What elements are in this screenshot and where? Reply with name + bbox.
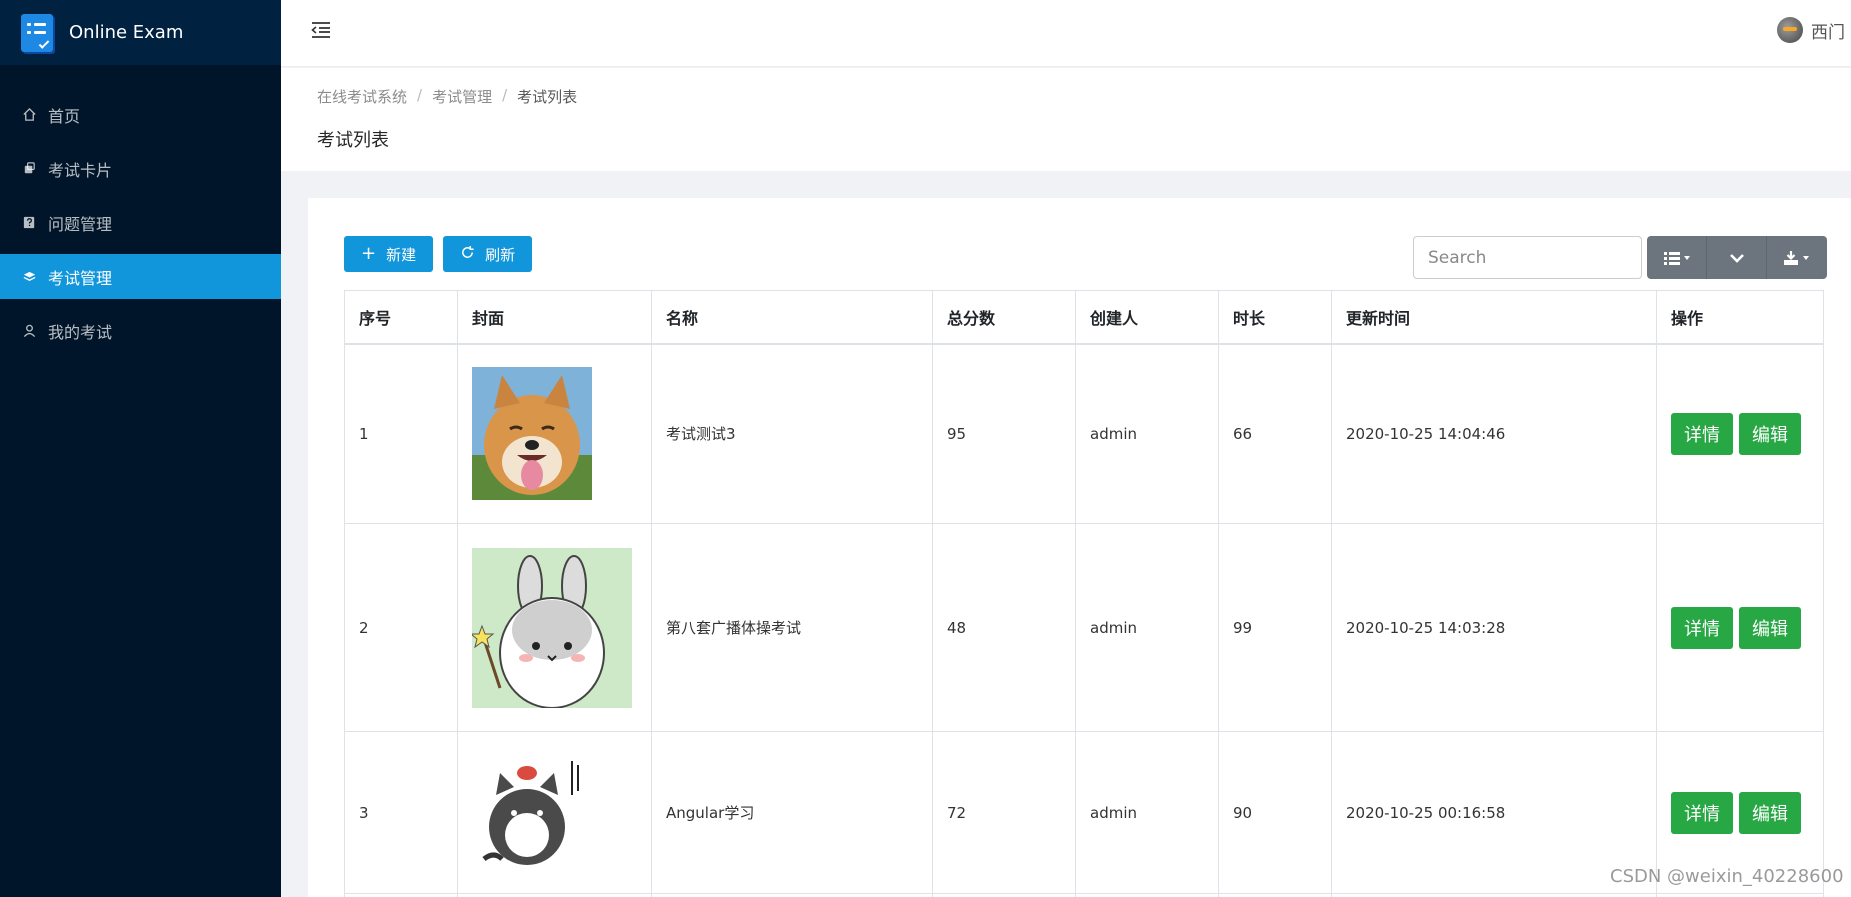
sidebar-menu: 首页 考试卡片 问题管理 考试管理 我的考试 [0,92,281,353]
cell-cover [457,523,652,732]
breadcrumb-separator: / [417,86,423,104]
column-header-cover[interactable]: 封面 [457,290,652,345]
page-header: 在线考试系统 / 考试管理 / 考试列表 考试列表 [281,68,1851,171]
export-dropdown-button[interactable] [1767,236,1827,279]
sidebar: Online Exam 首页 考试卡片 问题管理 考试管理 我的考试 [0,0,281,897]
sidebar-item-label: 考试管理 [48,268,113,288]
cell-updated: 2020-10-25 14:03:28 [1331,523,1657,732]
cell-score: 72 [932,731,1076,894]
breadcrumb: 在线考试系统 / 考试管理 / 考试列表 [317,86,577,107]
breadcrumb-separator: / [502,86,508,104]
cell-cover [457,731,652,894]
cell-creator: admin [1075,523,1219,732]
user-icon [20,322,38,340]
refresh-icon [460,245,475,264]
download-icon [1784,250,1809,265]
column-header-index[interactable]: 序号 [344,290,458,345]
cell-duration: 66 [1218,343,1332,524]
sidebar-item-my-exams[interactable]: 我的考试 [0,308,281,353]
table-row: 3 Angular学习 72 admin 90 2020-10-25 00:16… [344,731,1824,894]
username: 西门 [1811,22,1845,43]
table-header-row: 序号 封面 名称 总分数 创建人 时长 更新时间 操作 [344,290,1824,345]
table-row [344,893,1824,897]
cell-score: 48 [932,523,1076,732]
edit-button[interactable]: 编辑 [1739,791,1801,834]
new-button[interactable]: + 新建 [344,236,434,272]
plus-icon: + [361,243,377,264]
cell-index: 3 [344,731,458,894]
sidebar-item-label: 我的考试 [48,322,113,342]
cell-cover [457,343,652,524]
sidebar-item-label: 考试卡片 [48,160,113,180]
avatar [1777,17,1803,43]
search-input[interactable] [1413,236,1642,279]
user-menu[interactable]: 西门 [1777,17,1845,43]
top-header: 西门 [281,0,1851,67]
home-icon [20,106,38,124]
cell-name: 考试测试3 [651,343,933,524]
table-row: 2 第八套广播体操考试 48 admin 99 2020-10-25 14:03… [344,523,1824,732]
cover-image-cartoon-rabbit [472,547,632,708]
column-header-actions: 操作 [1656,290,1824,345]
exam-table: 序号 封面 名称 总分数 创建人 时长 更新时间 操作 1 考试测试3 95 a… [344,290,1824,897]
app-title: Online Exam [69,22,184,43]
cell-creator: admin [1075,343,1219,524]
list-icon [1663,251,1690,265]
edit-button[interactable]: 编辑 [1739,606,1801,649]
table-tools-group [1647,236,1827,279]
cover-image-cartoon-cat [472,755,587,870]
cell-actions: 详情 编辑 [1656,523,1824,732]
cell-duration: 99 [1218,523,1332,732]
chevron-down-icon [1729,253,1744,263]
column-header-creator[interactable]: 创建人 [1075,290,1219,345]
table-row: 1 考试测试3 95 admin 66 2020-10-25 14:04:46 … [344,343,1824,524]
menu-fold-icon[interactable] [309,18,333,42]
sidebar-item-home[interactable]: 首页 [0,92,281,137]
layers-icon [20,268,38,286]
cell-name: 第八套广播体操考试 [651,523,933,732]
question-icon [20,214,38,232]
cards-icon [20,160,38,178]
exam-list-logo-icon [21,13,53,52]
exam-list-card: + 新建 刷新 序号 封面 名称 总分数 创建人 [308,198,1851,897]
toolbar: + 新建 刷新 [344,236,542,272]
sidebar-item-exam-management[interactable]: 考试管理 [0,254,281,299]
column-header-updated[interactable]: 更新时间 [1331,290,1657,345]
cell-index: 2 [344,523,458,732]
logo[interactable]: Online Exam [0,0,281,65]
watermark: CSDN @weixin_40228600 [1610,866,1844,887]
cell-index: 1 [344,343,458,524]
breadcrumb-item-current: 考试列表 [517,88,578,106]
detail-button[interactable]: 详情 [1671,412,1733,455]
refresh-button-label: 刷新 [485,245,516,264]
detail-button[interactable]: 详情 [1671,791,1733,834]
breadcrumb-item-exam-management[interactable]: 考试管理 [432,86,492,107]
cell-actions: 详情 编辑 [1656,343,1824,524]
cell-score: 95 [932,343,1076,524]
sidebar-item-label: 首页 [48,106,81,126]
column-header-name[interactable]: 名称 [651,290,933,345]
sidebar-item-label: 问题管理 [48,214,113,234]
toggle-view-button[interactable] [1707,236,1767,279]
breadcrumb-item-system[interactable]: 在线考试系统 [317,86,407,107]
new-button-label: 新建 [386,245,417,264]
cell-updated: 2020-10-25 00:16:58 [1331,731,1657,894]
sidebar-item-questions[interactable]: 问题管理 [0,200,281,245]
cell-updated: 2020-10-25 14:04:46 [1331,343,1657,524]
columns-dropdown-button[interactable] [1647,236,1707,279]
cell-duration: 90 [1218,731,1332,894]
cell-name: Angular学习 [651,731,933,894]
edit-button[interactable]: 编辑 [1739,412,1801,455]
column-header-score[interactable]: 总分数 [932,290,1076,345]
refresh-button[interactable]: 刷新 [443,236,533,272]
cell-creator: admin [1075,731,1219,894]
sidebar-item-exam-cards[interactable]: 考试卡片 [0,146,281,191]
column-header-duration[interactable]: 时长 [1218,290,1332,345]
detail-button[interactable]: 详情 [1671,606,1733,649]
page-title: 考试列表 [317,130,389,151]
cover-image-shiba-dog [472,367,592,501]
